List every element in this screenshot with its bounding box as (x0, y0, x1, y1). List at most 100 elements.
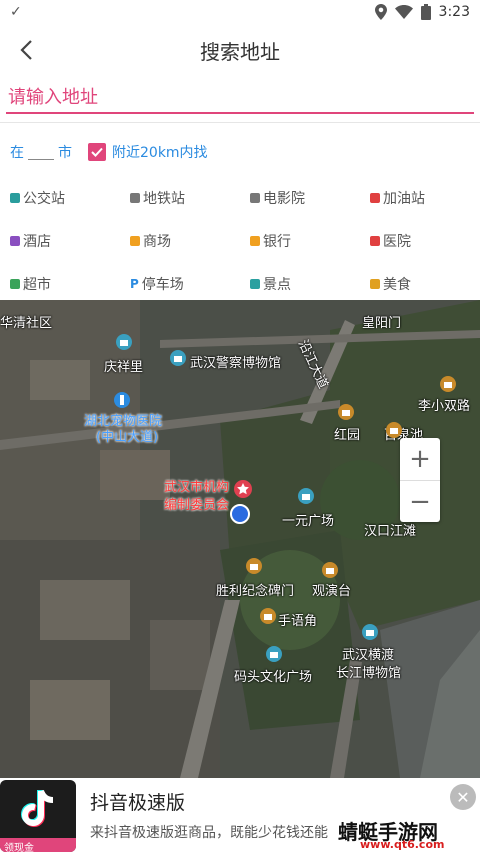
category-label: 景点 (263, 276, 291, 293)
category-item[interactable]: 加油站 (360, 188, 480, 208)
poi-icon (246, 558, 262, 574)
category-item[interactable]: 酒店 (0, 231, 120, 251)
map-label-yiyuan: 一元广场 (282, 514, 335, 529)
page-title: 搜索地址 (200, 39, 280, 64)
map-label-lixiao: 李小双路 (418, 399, 471, 414)
search-underline (6, 112, 474, 114)
map-label-huangmen: 皇阳门 (362, 316, 402, 331)
category-label: 美食 (383, 276, 411, 293)
category-grid: 公交站 地铁站 电影院 加油站酒店 商场 银行 医院超市 P 停车场 景点 美食 (0, 176, 480, 305)
map-label-shouyu: 手语角 (278, 614, 318, 629)
wifi-icon (394, 5, 413, 19)
music-note-icon (21, 789, 54, 827)
category-item[interactable]: 医院 (360, 231, 480, 251)
category-label: 酒店 (23, 233, 51, 250)
status-bar: ✓ 3:23 (0, 0, 480, 24)
category-label: 公交站 (23, 190, 65, 207)
map-label-police-museum: 武汉警察博物馆 (190, 356, 282, 371)
category-item[interactable]: 景点 (240, 274, 360, 294)
map-label-shengli: 胜利纪念碑门 (216, 584, 295, 599)
city-prefix-label: 在 (10, 145, 24, 161)
map-label-qingxiang: 庆祥里 (104, 360, 144, 375)
watermark-url: www.qt6.com (360, 838, 445, 851)
poi-icon (114, 392, 130, 408)
ad-banner[interactable]: 领现金 抖音极速版 来抖音极速版逛商品，既能少花钱还能 ✕ 蜻蜓手游网 www.… (0, 778, 480, 853)
category-item[interactable]: 银行 (240, 231, 360, 251)
category-item[interactable]: 地铁站 (120, 188, 240, 208)
poi-icon (362, 624, 378, 640)
divider (0, 122, 480, 123)
ad-title: 抖音极速版 (90, 792, 186, 814)
category-icon (250, 235, 260, 246)
ad-badge: 领现金 (0, 838, 76, 852)
category-icon (370, 278, 380, 289)
checkmark-icon (91, 147, 103, 157)
poi-icon (322, 562, 338, 578)
category-icon (250, 278, 260, 289)
category-item[interactable]: P 停车场 (120, 274, 240, 294)
map-label-hengdu-2: 长江博物馆 (336, 666, 402, 681)
map-label-jiguan-2: 编制委员会 (164, 498, 230, 513)
address-search-input[interactable] (6, 82, 474, 112)
category-item[interactable]: 超市 (0, 274, 120, 294)
category-item[interactable]: 商场 (120, 231, 240, 251)
map-label-huaqing: 华清社区 (0, 316, 53, 331)
category-label: 加油站 (383, 190, 425, 207)
map-view[interactable]: 华清社区 庆祥里 武汉警察博物馆 湖北宠物医院 (中山大道) 皇阳门 李小双路 … (0, 300, 480, 778)
app-bar: 搜索地址 (0, 24, 480, 76)
map-label-hengdu-1: 武汉横渡 (342, 648, 395, 663)
category-icon (130, 192, 140, 203)
category-item[interactable]: 电影院 (240, 188, 360, 208)
check-icon: ✓ (10, 4, 22, 20)
nearby-checkbox[interactable] (88, 143, 106, 161)
map-label-hospital-sub: (中山大道) (96, 430, 159, 445)
poi-icon (260, 608, 276, 624)
category-icon (10, 192, 20, 203)
map-label-hongyuan: 红园 (334, 428, 361, 443)
poi-icon (116, 334, 132, 350)
category-label: 医院 (383, 233, 411, 250)
close-icon: ✕ (456, 787, 470, 807)
category-icon (250, 192, 260, 203)
poi-icon (170, 350, 186, 366)
category-icon: P (130, 276, 139, 291)
city-filter-row: 在 市 附近20km内找 (10, 140, 208, 164)
category-row: 公交站 地铁站 电影院 加油站 (0, 176, 480, 219)
category-label: 银行 (263, 233, 291, 250)
zoom-out-button[interactable]: − (400, 481, 440, 523)
location-icon (374, 4, 387, 20)
category-icon (370, 192, 380, 203)
map-label-guanyan: 观演台 (312, 584, 352, 599)
category-label: 停车场 (141, 276, 184, 293)
map-label-jiguan-1: 武汉市机构 (164, 480, 230, 495)
zoom-in-button[interactable]: + (400, 438, 440, 480)
back-arrow-icon (20, 40, 32, 60)
category-item[interactable]: 美食 (360, 274, 480, 294)
category-icon (130, 235, 140, 246)
search-area (6, 82, 474, 114)
current-location-icon (230, 504, 250, 524)
poi-icon (338, 404, 354, 420)
status-time: 3:23 (438, 4, 470, 20)
category-row: 酒店 商场 银行 医院 (0, 219, 480, 262)
douyin-logo: 领现金 (0, 780, 76, 852)
category-label: 商场 (143, 233, 171, 250)
category-icon (10, 278, 20, 289)
city-input[interactable] (28, 144, 54, 160)
poi-icon (386, 422, 402, 438)
satellite-map (0, 300, 480, 778)
map-label-matou: 码头文化广场 (234, 670, 313, 685)
category-icon (370, 235, 380, 246)
ad-close-button[interactable]: ✕ (450, 784, 476, 810)
category-label: 电影院 (263, 190, 305, 207)
category-row: 超市 P 停车场 景点 美食 (0, 262, 480, 305)
category-label: 超市 (23, 276, 51, 293)
zoom-control: + − (400, 438, 440, 522)
back-button[interactable] (10, 34, 42, 66)
nearby-label: 附近20km内找 (112, 145, 208, 161)
category-label: 地铁站 (143, 190, 185, 207)
poi-icon (298, 488, 314, 504)
category-item[interactable]: 公交站 (0, 188, 120, 208)
city-suffix-label: 市 (58, 145, 72, 161)
poi-icon (266, 646, 282, 662)
